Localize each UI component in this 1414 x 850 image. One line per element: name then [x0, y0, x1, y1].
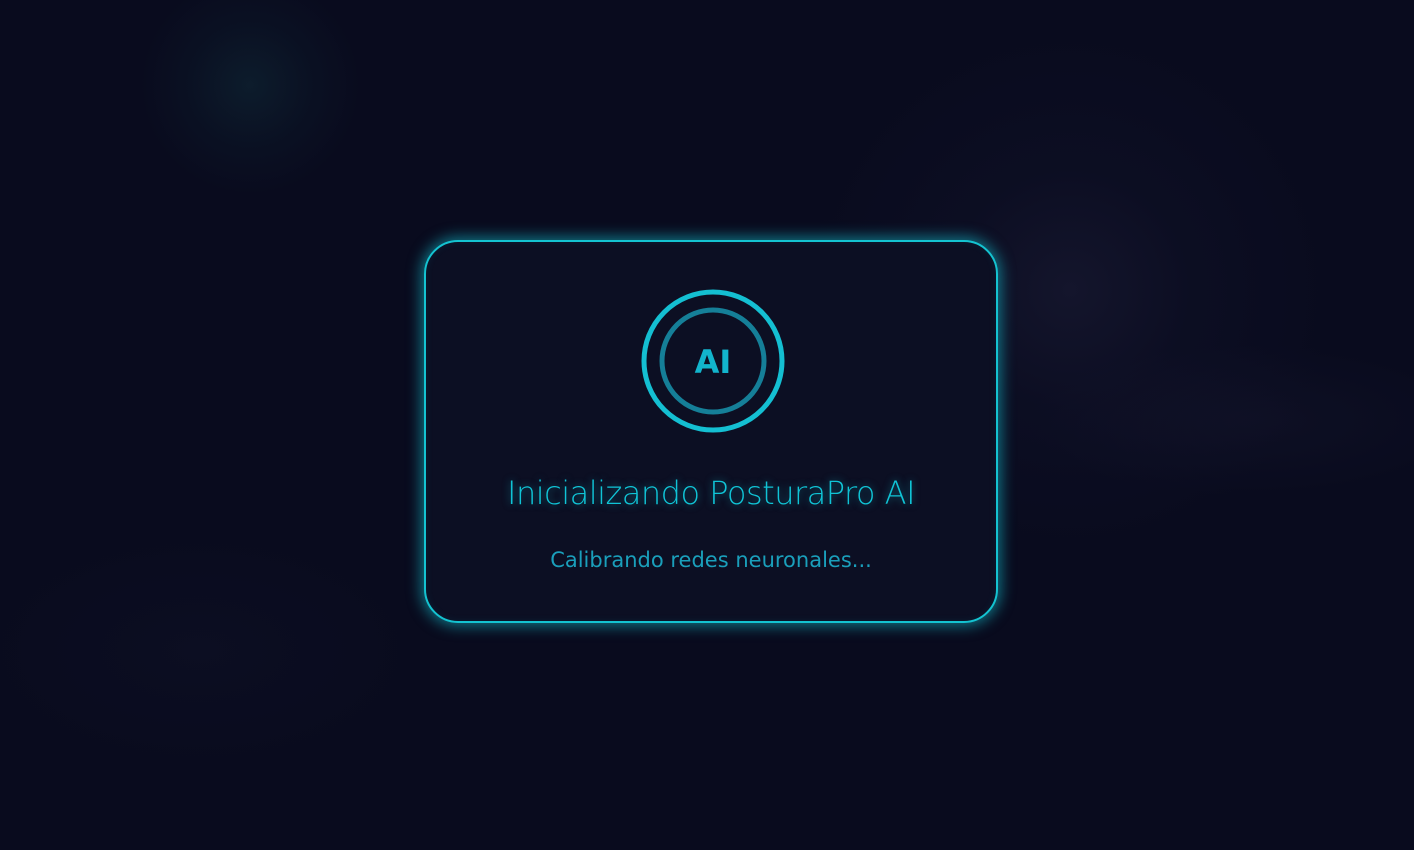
ai-badge-text: AI: [695, 343, 732, 381]
ai-ring-icon: AI: [641, 289, 785, 433]
loading-status: Calibrando redes neuronales...: [550, 548, 872, 572]
loading-card: AI Inicializando PosturaPro AI Calibrand…: [424, 240, 998, 623]
loading-title: Inicializando PosturaPro AI: [507, 474, 916, 512]
